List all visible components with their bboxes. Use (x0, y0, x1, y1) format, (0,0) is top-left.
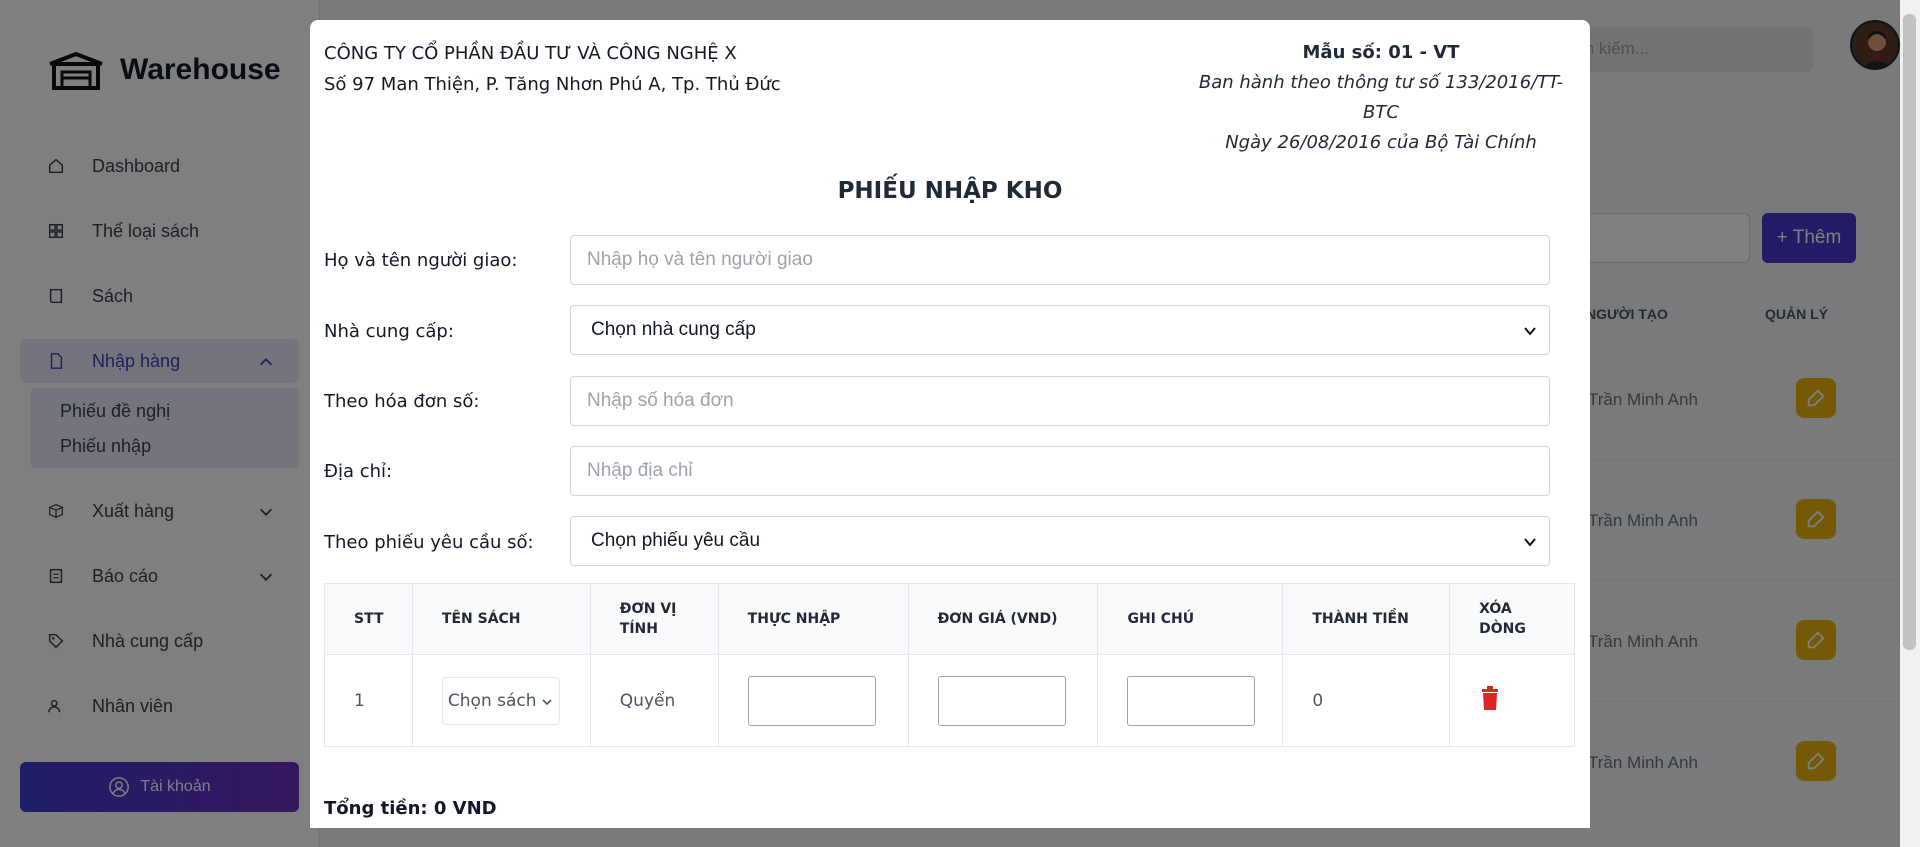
row-price-cell (907, 654, 1099, 747)
row-amount: 0 (1282, 654, 1451, 747)
column-header-quantity: THỰC NHẬP (717, 583, 909, 655)
supplier-select-value: Chọn nhà cung cấp (591, 319, 756, 340)
quantity-input[interactable] (747, 675, 876, 726)
chevron-down-icon (1524, 327, 1536, 336)
column-header-delete-text: XÓA DÒNG (1479, 601, 1526, 637)
page-title: PHIẾU NHẬP KHO (837, 178, 1063, 204)
form-code: Mẫu số: 01 - VT (1302, 42, 1460, 63)
column-header-unit: ĐƠN VỊ TÍNH (589, 583, 719, 655)
row-unit: Quyển (589, 654, 719, 747)
column-header-unit-text: ĐƠN VỊ TÍNH (619, 601, 677, 637)
column-header-note: GHI CHÚ (1097, 583, 1284, 655)
import-receipt-modal: CÔNG TY CỔ PHẦN ĐẦU TƯ VÀ CÔNG NGHỆ X Số… (310, 20, 1590, 828)
delete-row-button[interactable] (1479, 686, 1501, 715)
price-input[interactable] (937, 675, 1066, 726)
table-row: 1 Chọn sách Quyển 0 (324, 654, 1575, 747)
chevron-down-icon (542, 698, 552, 705)
invoice-label: Theo hóa đơn số: (324, 391, 480, 412)
trash-icon (1482, 686, 1499, 710)
deliverer-name-input[interactable]: Nhập họ và tên người giao (570, 235, 1550, 285)
address-input[interactable]: Nhập địa chỉ (570, 446, 1550, 496)
column-header-delete: XÓA DÒNG (1449, 583, 1575, 655)
form-regulation: Mẫu số: 01 - VT Ban hành theo thông tư s… (1186, 38, 1576, 158)
column-header-book: TÊN SÁCH (411, 583, 591, 655)
request-label: Theo phiếu yêu cầu số: (324, 532, 534, 553)
request-select[interactable]: Chọn phiếu yêu cầu (570, 516, 1550, 566)
request-select-value: Chọn phiếu yêu cầu (591, 530, 761, 551)
total-amount: Tổng tiền: 0 VND (324, 798, 497, 819)
supplier-select[interactable]: Chọn nhà cung cấp (570, 305, 1550, 355)
note-input[interactable] (1127, 675, 1256, 726)
table-header-row: STT TÊN SÁCH ĐƠN VỊ TÍNH THỰC NHẬP ĐƠN G… (324, 583, 1575, 655)
row-quantity-cell (717, 654, 909, 747)
column-header-price: ĐƠN GIÁ (VND) (907, 583, 1099, 655)
row-stt: 1 (324, 654, 413, 747)
regulation-text: Ban hành theo thông tư số 133/2016/TT-BT… (1198, 72, 1564, 123)
row-book-cell: Chọn sách (411, 654, 591, 747)
company-address: Số 97 Man Thiện, P. Tăng Nhơn Phú A, Tp.… (324, 74, 781, 95)
column-header-stt: STT (324, 583, 413, 655)
chevron-down-icon (1524, 538, 1536, 547)
items-table: STT TÊN SÁCH ĐƠN VỊ TÍNH THỰC NHẬP ĐƠN G… (324, 583, 1575, 747)
column-header-amount: THÀNH TIỀN (1282, 583, 1451, 655)
supplier-label: Nhà cung cấp: (324, 321, 454, 342)
company-name: CÔNG TY CỔ PHẦN ĐẦU TƯ VÀ CÔNG NGHỆ X (324, 43, 737, 64)
regulation-date: Ngày 26/08/2016 của Bộ Tài Chính (1225, 132, 1537, 153)
book-select-value: Chọn sách (447, 690, 537, 711)
book-select[interactable]: Chọn sách (441, 676, 560, 725)
deliverer-label: Họ và tên người giao: (324, 250, 518, 271)
invoice-number-input[interactable]: Nhập số hóa đơn (570, 376, 1550, 426)
scrollbar-thumb[interactable] (1903, 14, 1916, 650)
address-label: Địa chỉ: (324, 461, 393, 482)
company-info: CÔNG TY CỔ PHẦN ĐẦU TƯ VÀ CÔNG NGHỆ X Số… (324, 38, 781, 100)
row-note-cell (1097, 654, 1284, 747)
row-delete-cell (1449, 654, 1575, 747)
